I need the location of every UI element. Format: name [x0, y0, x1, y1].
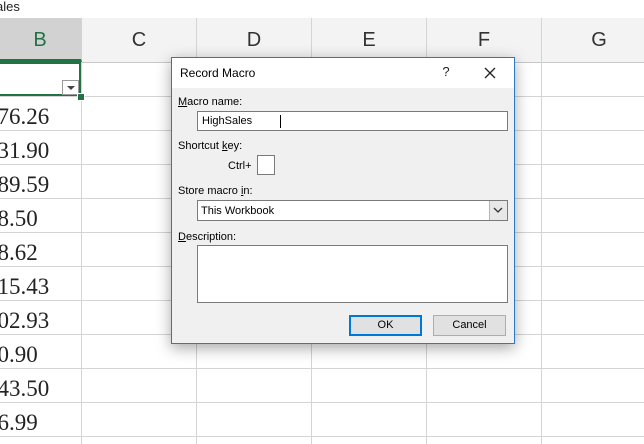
column-header-b[interactable]: B [0, 18, 82, 62]
cell-value[interactable]: 98.50 [0, 206, 68, 232]
macro-name-label: Macro name: [178, 96, 243, 108]
store-macro-select[interactable]: This Workbook [197, 200, 508, 221]
record-macro-dialog: Record Macro ? Macro name: HighSales Sho… [171, 57, 515, 344]
description-label: Description: [178, 231, 237, 243]
column-header-f[interactable]: F [427, 18, 542, 62]
column-header-c[interactable]: C [82, 18, 197, 62]
description-textarea[interactable] [197, 245, 508, 303]
cell-value[interactable]: 189.59 [0, 172, 68, 198]
cell-value[interactable]: 102.93 [0, 308, 68, 334]
formula-text: ales [0, 0, 20, 14]
ok-button[interactable]: OK [349, 315, 422, 336]
column-header-g[interactable]: G [542, 18, 644, 62]
ctrl-prefix-label: Ctrl+ [228, 160, 252, 172]
shortcut-key-label: Shortcut key: [178, 140, 243, 152]
cancel-button[interactable]: Cancel [433, 315, 506, 336]
column-header-d[interactable]: D [197, 18, 312, 62]
fill-handle[interactable] [77, 93, 85, 101]
dialog-title: Record Macro [180, 66, 256, 80]
cell-value[interactable]: 276.26 [0, 104, 68, 130]
chevron-down-icon [493, 207, 503, 213]
column-header-e[interactable]: E [312, 18, 427, 62]
cell-value[interactable]: 88.62 [0, 240, 68, 266]
cell-value[interactable]: 96.99 [0, 410, 68, 436]
close-icon [484, 67, 496, 79]
cell-value[interactable]: 815.43 [0, 274, 68, 300]
text-caret [280, 115, 281, 128]
shortcut-key-input[interactable] [257, 155, 275, 175]
dropdown-button[interactable] [489, 201, 507, 220]
help-button[interactable]: ? [436, 62, 456, 82]
formula-bar[interactable]: ales [0, 0, 644, 19]
cell-value[interactable]: 743.50 [0, 376, 68, 402]
dialog-title-bar[interactable]: Record Macro ? [172, 58, 514, 88]
store-macro-label: Store macro in: [178, 185, 253, 197]
cell-value[interactable]: 931.90 [0, 138, 68, 164]
macro-name-input[interactable]: HighSales [197, 111, 508, 131]
close-button[interactable] [476, 62, 504, 84]
cell-value[interactable]: 80.90 [0, 342, 68, 368]
store-macro-value: This Workbook [201, 205, 275, 217]
